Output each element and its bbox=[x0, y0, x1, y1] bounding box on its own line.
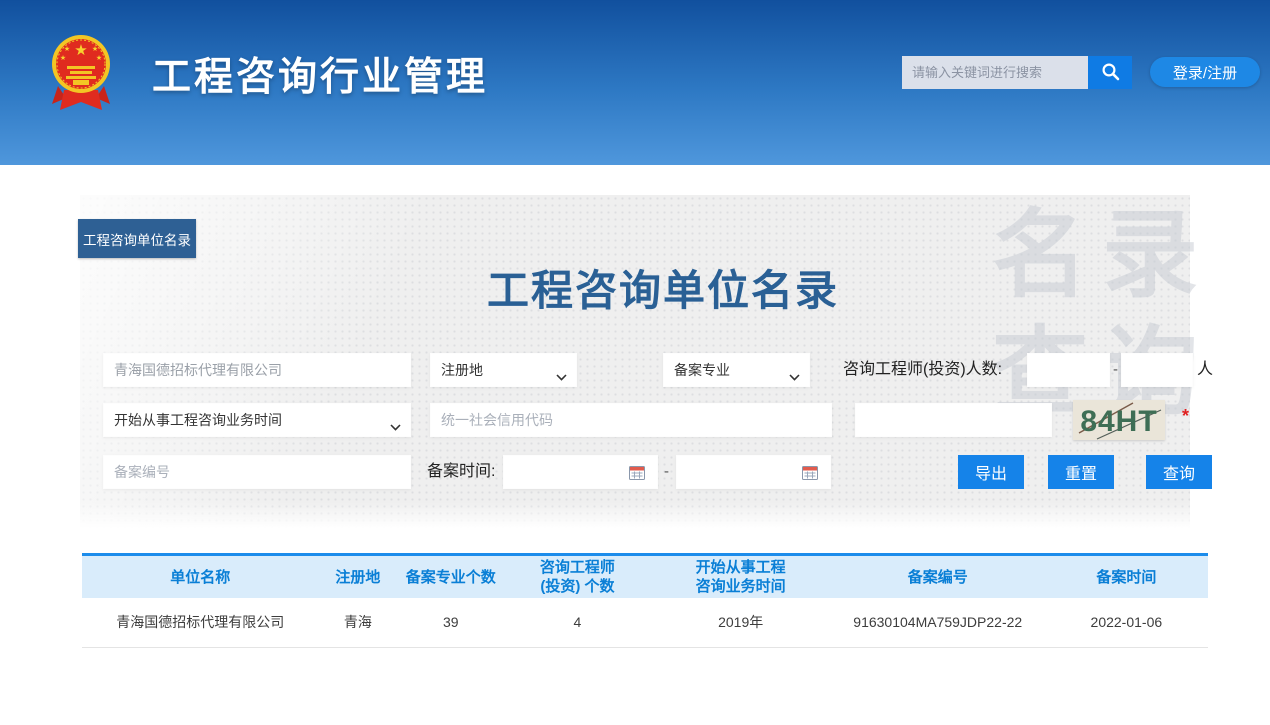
cell-engineer-count: 4 bbox=[504, 598, 650, 647]
record-time-start-date-input[interactable] bbox=[503, 455, 658, 489]
cell-record-number: 91630104MA759JDP22-22 bbox=[831, 598, 1045, 647]
col-header-engineer-count: 咨询工程师 (投资) 个数 bbox=[504, 556, 650, 598]
start-time-select-value: 开始从事工程咨询业务时间 bbox=[114, 410, 282, 430]
record-specialty-select[interactable]: 备案专业 bbox=[663, 353, 810, 387]
captcha-image[interactable]: 84HT bbox=[1073, 400, 1165, 440]
col-header-specialty-count: 备案专业个数 bbox=[397, 556, 504, 598]
engineer-count-range-dash: - bbox=[1113, 353, 1118, 387]
login-register-button[interactable]: 登录/注册 bbox=[1150, 57, 1260, 87]
col-header-unit-name: 单位名称 bbox=[82, 556, 318, 598]
query-button[interactable]: 查询 bbox=[1146, 455, 1212, 489]
engineer-count-label: 咨询工程师(投资)人数: bbox=[843, 353, 1002, 387]
engineer-count-max-input[interactable] bbox=[1121, 353, 1193, 387]
record-time-range-dash: - bbox=[664, 455, 669, 489]
calendar-icon bbox=[802, 465, 818, 483]
record-time-label: 备案时间: bbox=[427, 455, 495, 489]
chevron-down-icon bbox=[789, 368, 800, 384]
cell-start-time: 2019年 bbox=[651, 598, 831, 647]
registration-place-select[interactable]: 注册地 bbox=[430, 353, 577, 387]
record-time-end-date-input[interactable] bbox=[676, 455, 831, 489]
chevron-down-icon bbox=[556, 368, 567, 384]
table-row: 青海国德招标代理有限公司 青海 39 4 2019年 91630104MA759… bbox=[82, 598, 1208, 647]
page-title: 工程咨询单位名录 bbox=[80, 257, 1190, 318]
site-header: ★ ★ ★ ★ ★ 工程咨询行业管理 bbox=[0, 0, 1270, 165]
captcha-required-asterisk: * bbox=[1182, 406, 1189, 427]
header-search-input[interactable] bbox=[902, 56, 1088, 89]
registration-place-select-value: 注册地 bbox=[441, 360, 483, 380]
record-specialty-select-value: 备案专业 bbox=[674, 360, 730, 380]
captcha-text: 84HT bbox=[1080, 405, 1157, 438]
svg-text:★: ★ bbox=[60, 54, 66, 62]
results-table-section: 单位名称 注册地 备案专业个数 咨询工程师 (投资) 个数 开始从事工程 咨询业… bbox=[82, 553, 1208, 648]
svg-text:★: ★ bbox=[74, 42, 87, 59]
national-emblem-icon: ★ ★ ★ ★ ★ bbox=[50, 30, 112, 112]
record-number-input[interactable] bbox=[103, 455, 411, 489]
table-header-row: 单位名称 注册地 备案专业个数 咨询工程师 (投资) 个数 开始从事工程 咨询业… bbox=[82, 556, 1208, 598]
start-time-select[interactable]: 开始从事工程咨询业务时间 bbox=[103, 403, 411, 437]
cell-specialty-count: 39 bbox=[397, 598, 504, 647]
reset-button[interactable]: 重置 bbox=[1048, 455, 1114, 489]
person-unit-label: 人 bbox=[1197, 353, 1213, 387]
chevron-down-icon bbox=[390, 418, 401, 434]
credit-code-input[interactable] bbox=[430, 403, 832, 437]
company-name-input[interactable] bbox=[103, 353, 411, 387]
svg-text:★: ★ bbox=[92, 45, 98, 53]
engineer-count-min-input[interactable] bbox=[1027, 353, 1110, 387]
header-search bbox=[902, 56, 1132, 89]
header-search-button[interactable] bbox=[1088, 56, 1132, 89]
svg-text:★: ★ bbox=[96, 54, 102, 62]
tab-unit-directory[interactable]: 工程咨询单位名录 bbox=[78, 219, 196, 258]
site-title: 工程咨询行业管理 bbox=[152, 46, 488, 102]
page: ★ ★ ★ ★ ★ 工程咨询行业管理 bbox=[0, 0, 1270, 725]
col-header-record-time: 备案时间 bbox=[1045, 556, 1208, 598]
svg-text:★: ★ bbox=[64, 45, 70, 53]
calendar-icon bbox=[629, 465, 645, 483]
captcha-input[interactable] bbox=[855, 403, 1052, 437]
cell-unit-name: 青海国德招标代理有限公司 bbox=[82, 598, 318, 647]
cell-record-time: 2022-01-06 bbox=[1045, 598, 1208, 647]
search-icon bbox=[1101, 62, 1120, 84]
export-button[interactable]: 导出 bbox=[958, 455, 1024, 489]
col-header-record-number: 备案编号 bbox=[831, 556, 1045, 598]
col-header-registration-place: 注册地 bbox=[318, 556, 397, 598]
col-header-start-time: 开始从事工程 咨询业务时间 bbox=[651, 556, 831, 598]
cell-registration-place: 青海 bbox=[318, 598, 397, 647]
results-table: 单位名称 注册地 备案专业个数 咨询工程师 (投资) 个数 开始从事工程 咨询业… bbox=[82, 556, 1208, 648]
directory-panel: 名录 查询 工程咨询单位名录 工程咨询单位名录 注册地 备案专业 咨询工程师(投… bbox=[80, 195, 1190, 528]
